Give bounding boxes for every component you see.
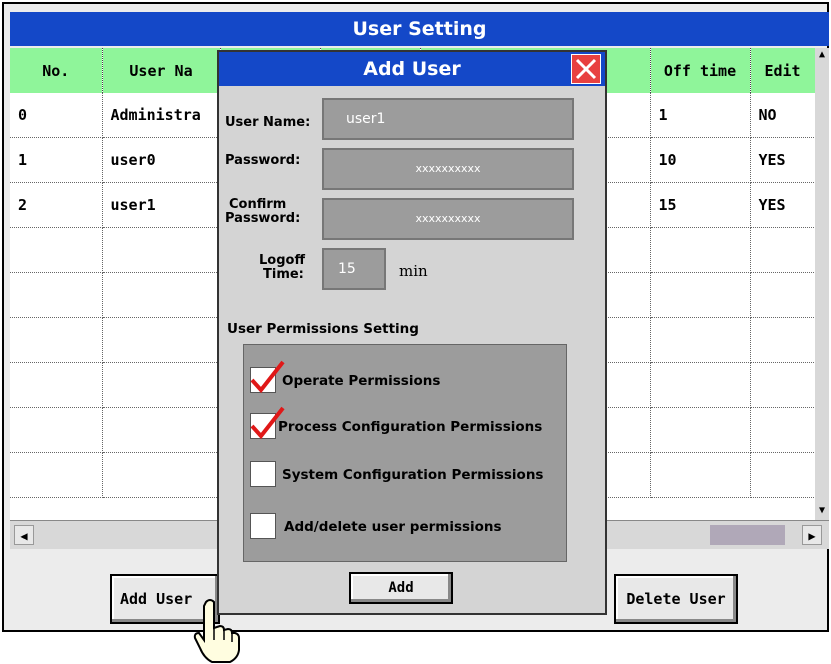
add-delete-permission-checkbox[interactable] [250,513,276,539]
add-user-dialog: Add User User Name: user1 Password: xxxx… [217,50,607,615]
confirm-label-line2: Password: [225,211,301,226]
table-cell[interactable] [10,362,103,408]
logoff-unit: min [399,262,428,280]
column-header[interactable]: Edit [750,48,816,93]
table-cell[interactable] [102,272,221,318]
table-cell[interactable] [750,272,816,318]
table-cell[interactable] [750,227,816,273]
table-cell[interactable]: 15 [650,182,751,228]
table-cell[interactable] [650,317,751,363]
table-cell[interactable]: user0 [102,137,221,183]
table-cell[interactable] [102,317,221,363]
table-cell[interactable]: 10 [650,137,751,183]
scroll-right-icon[interactable]: ▶ [802,525,822,545]
table-cell[interactable]: 1 [10,137,103,183]
table-cell[interactable] [102,452,221,498]
table-cell[interactable]: 2 [10,182,103,228]
add-button[interactable]: Add [349,572,453,604]
table-cell[interactable] [650,227,751,273]
table-cell[interactable] [10,452,103,498]
table-cell[interactable] [750,317,816,363]
table-cell[interactable]: YES [750,137,816,183]
column-header[interactable]: No. [10,48,103,93]
table-cell[interactable] [750,362,816,408]
process-config-permission-label: Process Configuration Permissions [278,419,543,435]
operate-permission-checkbox[interactable] [250,360,285,394]
table-cell[interactable] [650,362,751,408]
process-config-permission-checkbox[interactable] [250,406,285,440]
user-name-input[interactable]: user1 [322,98,574,140]
permissions-heading: User Permissions Setting [227,321,419,337]
table-cell[interactable] [10,227,103,273]
table-cell[interactable]: 0 [10,93,103,138]
table-cell[interactable] [10,272,103,318]
table-cell[interactable] [750,407,816,453]
table-cell[interactable] [10,407,103,453]
scroll-down-icon[interactable]: ▼ [815,504,829,518]
table-cell[interactable] [102,227,221,273]
delete-user-button[interactable]: Delete User [614,574,738,624]
confirm-password-input[interactable]: xxxxxxxxxx [322,198,574,240]
table-cell[interactable] [650,452,751,498]
table-cell[interactable]: NO [750,93,816,138]
operate-permission-label: Operate Permissions [282,373,441,389]
table-cell[interactable] [102,362,221,408]
table-cell[interactable]: user1 [102,182,221,228]
user-name-label: User Name: [225,115,311,130]
logoff-label: Logoff [259,253,305,268]
close-icon[interactable] [571,54,601,84]
table-cell[interactable] [10,317,103,363]
logoff-label-line2: Time: [263,267,304,282]
logoff-time-input[interactable]: 15 [322,248,386,290]
hand-pointer-icon [193,599,240,663]
table-cell[interactable] [102,407,221,453]
window-title: User Setting [10,12,829,46]
scroll-thumb[interactable] [710,525,785,545]
table-cell[interactable] [750,452,816,498]
table-cell[interactable] [650,407,751,453]
add-delete-permission-label: Add/delete user permissions [284,519,502,535]
vertical-scrollbar[interactable]: ▲ ▼ [815,48,829,520]
dialog-title: Add User [219,52,605,86]
checkmark-icon [250,360,285,394]
table-cell[interactable]: YES [750,182,816,228]
system-config-permission-checkbox[interactable] [250,461,276,487]
scroll-left-icon[interactable]: ◀ [14,525,34,545]
table-cell[interactable] [650,272,751,318]
table-cell[interactable]: 1 [650,93,751,138]
table-cell[interactable]: Administra [102,93,221,138]
password-label: Password: [225,153,301,168]
permissions-panel: Operate Permissions Process Configuratio… [243,344,567,562]
column-header[interactable]: Off time [650,48,751,93]
scroll-up-icon[interactable]: ▲ [815,48,829,62]
column-header[interactable]: User Na [102,48,221,93]
confirm-label: Confirm [229,197,287,212]
system-config-permission-label: System Configuration Permissions [282,467,544,483]
password-input[interactable]: xxxxxxxxxx [322,148,574,190]
